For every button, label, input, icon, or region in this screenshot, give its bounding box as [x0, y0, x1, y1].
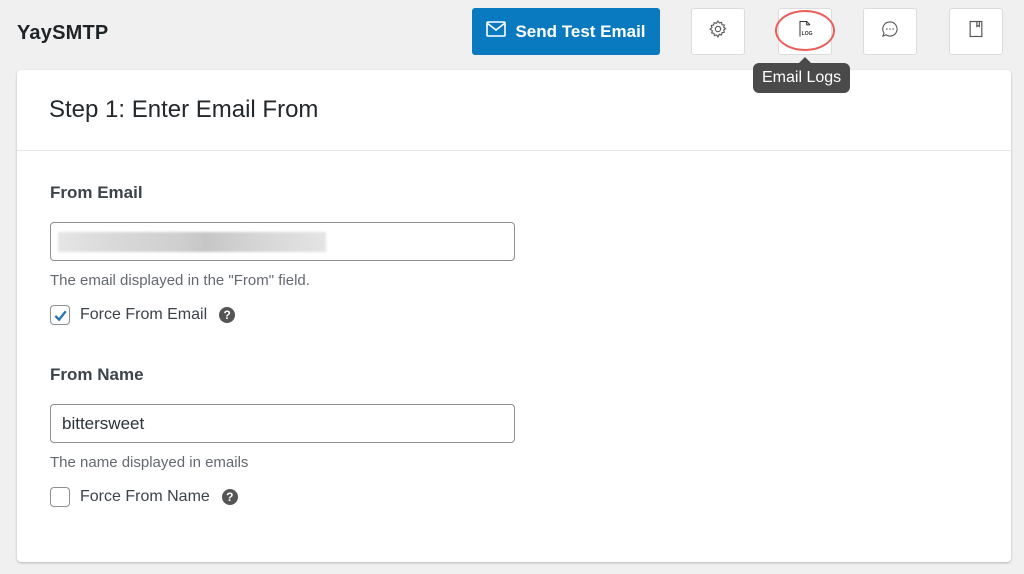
card-title: Step 1: Enter Email From: [49, 96, 319, 123]
help-icon[interactable]: ?: [219, 307, 236, 323]
chat-bubble-icon: [880, 19, 900, 44]
send-test-email-label: Send Test Email: [515, 21, 646, 41]
from-email-help: The email displayed in the "From" field.: [50, 272, 310, 289]
help-icon[interactable]: ?: [221, 489, 238, 505]
force-from-email-checkbox[interactable]: [50, 305, 70, 325]
book-icon: [966, 19, 986, 44]
send-test-email-button[interactable]: Send Test Email: [472, 8, 660, 55]
force-from-name-row: Force From Name ?: [50, 487, 978, 507]
from-email-label: From Email: [50, 183, 143, 202]
email-logs-tooltip: Email Logs: [753, 57, 851, 93]
force-from-name-checkbox[interactable]: [50, 487, 70, 507]
force-from-email-label: Force From Email: [80, 306, 208, 323]
documentation-button[interactable]: [949, 8, 1003, 55]
from-name-input[interactable]: [50, 404, 515, 443]
from-email-input[interactable]: [50, 222, 515, 261]
from-name-label: From Name: [50, 365, 144, 384]
settings-button[interactable]: [691, 8, 745, 55]
svg-text:LOG: LOG: [802, 31, 813, 37]
log-file-icon: LOG: [795, 19, 815, 44]
app-title: YaySMTP: [17, 22, 109, 44]
support-chat-button[interactable]: [863, 8, 917, 55]
card-body: From Email The email displayed in the "F…: [17, 151, 1011, 539]
checkmark-icon: [54, 310, 67, 321]
gear-icon: [708, 19, 728, 44]
email-logs-button[interactable]: LOG: [778, 8, 832, 55]
envelope-icon: [486, 21, 507, 42]
force-from-name-label: Force From Name: [80, 488, 210, 505]
redacted-value: [58, 232, 326, 252]
from-name-help: The name displayed in emails: [50, 454, 249, 471]
force-from-email-row: Force From Email ?: [50, 305, 978, 325]
card-header: Step 1: Enter Email From: [17, 70, 1011, 151]
email-from-card: Step 1: Enter Email From From Email The …: [17, 70, 1011, 562]
